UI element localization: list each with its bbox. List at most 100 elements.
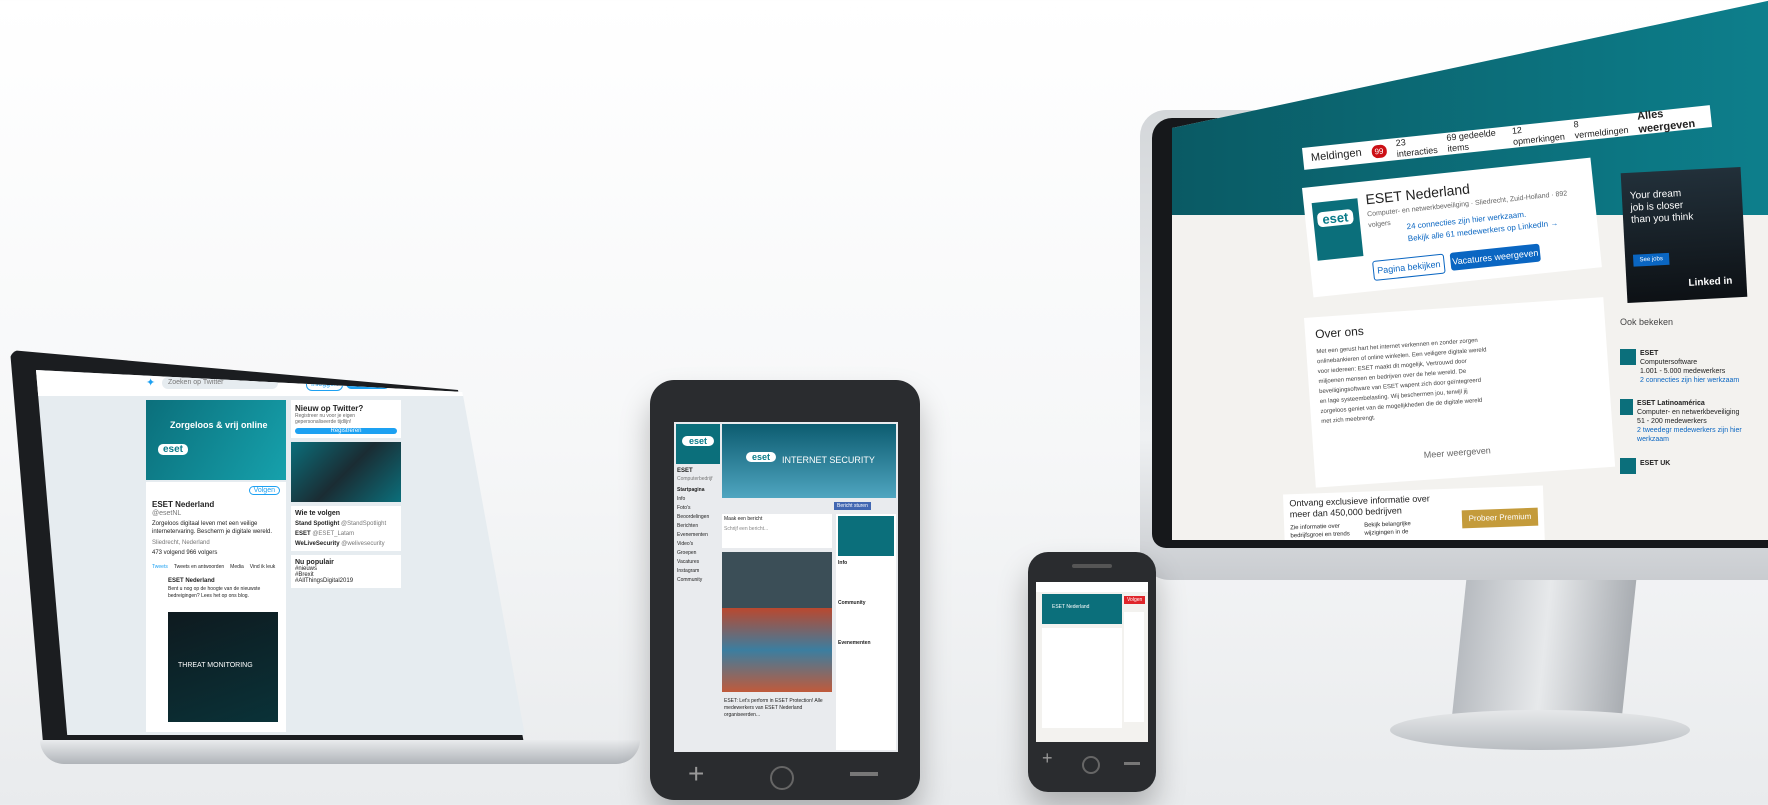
fb-nav-item[interactable]: Berichten xyxy=(677,522,719,531)
laptop-base xyxy=(40,740,640,764)
tweet-media[interactable]: THREAT MONITORING xyxy=(168,612,278,722)
eset-logo-icon: eset xyxy=(746,452,776,462)
fb-events-title: Evenementen xyxy=(838,640,871,646)
fb-composer-input[interactable]: Schrijf een bericht... xyxy=(722,524,832,534)
fb-page-logo: eset xyxy=(676,424,720,464)
fb-page-name: ESET xyxy=(677,468,693,474)
eset-logo-icon: eset xyxy=(682,436,714,446)
who-handle: @welivesecurity xyxy=(341,541,385,547)
fb-nav-item[interactable]: Info xyxy=(677,495,719,504)
who-item[interactable]: ESET @ESET_Latam xyxy=(295,531,397,537)
media-grid[interactable] xyxy=(291,442,401,502)
profile-counts: 473 volgend 966 volgers xyxy=(152,550,218,556)
fb-send-message-button[interactable]: Bericht sturen xyxy=(834,502,871,510)
show-more-link[interactable]: Meer weergeven xyxy=(1423,445,1491,461)
tab-likes[interactable]: Vind ik leuk xyxy=(250,564,275,570)
laptop-screen: ✦ Zoeken op Twitter Inloggen Registreren… xyxy=(36,370,525,735)
phone-home-button[interactable] xyxy=(1082,756,1100,774)
who-name: WeLiveSecurity xyxy=(295,541,340,547)
fb-community-title: Community xyxy=(838,600,866,606)
who-item[interactable]: Stand Spotlight @StandSpotlight xyxy=(295,521,397,527)
also-viewed-item[interactable]: ESET Latinoamérica Computer- en netwerkb… xyxy=(1620,399,1750,444)
fb-nav-item[interactable]: Vacatures xyxy=(677,558,719,567)
fb-nav-item[interactable]: Startpagina xyxy=(677,486,719,495)
new-register-button[interactable]: Registreren xyxy=(295,428,397,434)
fb-right-banner xyxy=(838,516,894,556)
profile-location: Sliedrecht, Nederland xyxy=(152,540,210,546)
phone-follow-button[interactable]: Volgen xyxy=(1124,596,1146,604)
who-item[interactable]: WeLiveSecurity @welivesecurity xyxy=(295,541,397,547)
tab-media[interactable]: Media xyxy=(230,564,244,570)
tablet: eset ESET Computerbedrijf Startpagina In… xyxy=(650,380,920,800)
linkedin-logo: Linked in xyxy=(1688,275,1733,289)
view-page-button[interactable]: Pagina bekijken xyxy=(1372,253,1446,281)
fb-nav-item[interactable]: Community xyxy=(677,576,719,585)
also-viewed-item[interactable]: ESET UK xyxy=(1620,458,1750,474)
fb-nav: Startpagina Info Foto's Beoordelingen Be… xyxy=(677,486,719,585)
also-viewed-item[interactable]: ESET Computersoftware 1.001 - 5.000 mede… xyxy=(1620,349,1750,385)
trends-card: Nu populair #nieuws #Brexit #AllThingsDi… xyxy=(291,555,401,588)
fb-nav-item[interactable]: Foto's xyxy=(677,504,719,513)
phone-brand: ESET Nederland xyxy=(1052,604,1090,610)
eset-logo-icon xyxy=(1620,349,1636,365)
also-viewed-name: ESET Latinoamérica xyxy=(1637,400,1705,407)
fb-nav-item[interactable]: Evenementen xyxy=(677,531,719,540)
premium-title: Ontvang exclusieve informatie over meer … xyxy=(1289,493,1431,520)
tablet-screen: eset ESET Computerbedrijf Startpagina In… xyxy=(674,422,898,752)
also-viewed-panel: Ook bekeken ESET Computersoftware 1.001 … xyxy=(1620,316,1750,516)
also-viewed-name: ESET xyxy=(1640,350,1659,357)
who-name: Stand Spotlight xyxy=(295,521,340,527)
about-card: Over ons Met een gerust hart het interne… xyxy=(1304,297,1616,488)
who-handle: @StandSpotlight xyxy=(341,521,387,527)
fb-nav-item[interactable]: Instagram xyxy=(677,567,719,576)
also-viewed-line2: 1.001 - 5.000 medewerkers xyxy=(1640,368,1726,375)
ad-see-jobs-button[interactable]: See jobs xyxy=(1632,252,1670,267)
tab-replies[interactable]: Tweets en antwoorden xyxy=(174,564,224,570)
monitor: Meldingen 99 23 interacties 69 gedeelde … xyxy=(1140,0,1768,805)
phone-header xyxy=(1036,582,1148,592)
phone-screen: ESET Nederland Volgen xyxy=(1036,582,1148,742)
phone-speaker xyxy=(1072,564,1112,568)
phone-content xyxy=(1042,628,1122,728)
new-on-twitter-card: Nieuw op Twitter? Registreer nu voor je … xyxy=(291,400,401,438)
tablet-home-button[interactable] xyxy=(770,766,794,790)
twitter-sidebar: Nieuw op Twitter? Registreer nu voor je … xyxy=(291,400,401,730)
notification-count-badge: 99 xyxy=(1370,143,1388,159)
about-text: Met een gerust hart het internet verkenn… xyxy=(1316,337,1487,426)
also-viewed-line3: 2 connecties zijn hier werkzaam xyxy=(1640,377,1740,384)
eset-logo-icon xyxy=(1620,458,1636,474)
trend-item[interactable]: #AllThingsDigital2019 xyxy=(295,578,397,584)
about-title: Over ons xyxy=(1314,323,1365,342)
company-logo: eset xyxy=(1311,198,1364,261)
premium-card: Ontvang exclusieve informatie over meer … xyxy=(1283,485,1545,540)
who-to-follow-card: Wie te volgen Stand Spotlight @StandSpot… xyxy=(291,506,401,551)
eset-logo-icon: eset xyxy=(1316,208,1355,228)
fb-nav-item[interactable]: Beoordelingen xyxy=(677,513,719,522)
twitter-banner: Zorgeloos & vrij online eset xyxy=(146,400,286,480)
phone-banner: ESET Nederland xyxy=(1042,594,1122,624)
new-on-twitter-title: Nieuw op Twitter? xyxy=(295,404,364,413)
who-to-follow-title: Wie te volgen xyxy=(295,510,341,517)
who-handle: @ESET_Latam xyxy=(312,531,355,537)
stat-interactions[interactable]: 23 interacties xyxy=(1395,134,1438,160)
tab-tweets[interactable]: Tweets xyxy=(152,564,168,570)
fb-composer[interactable]: Maak een bericht Schrijf een bericht... xyxy=(722,514,832,548)
view-jobs-button[interactable]: Vacatures weergeven xyxy=(1449,243,1541,271)
ad-text: Your dream job is closer than you think xyxy=(1629,188,1694,226)
linkedin-ad[interactable]: Your dream job is closer than you think … xyxy=(1620,166,1748,304)
notifications-link[interactable]: Meldingen xyxy=(1310,146,1362,164)
tablet-plus-icon: + xyxy=(688,758,705,789)
monitor-stand-neck xyxy=(1451,560,1639,720)
fb-photo-grid[interactable] xyxy=(722,552,832,692)
fb-page-sub: Computerbedrijf xyxy=(677,476,713,482)
follow-button[interactable]: Volgen xyxy=(248,486,280,495)
profile-bio: Zorgeloos digitaal leven met een veilige… xyxy=(152,521,273,535)
fb-nav-item[interactable]: Groepen xyxy=(677,549,719,558)
phone: ESET Nederland Volgen + xyxy=(1028,552,1156,792)
twitter-profile: Volgen ESET Nederland @esetNL Zorgeloos … xyxy=(146,482,286,732)
fb-nav-item[interactable]: Video's xyxy=(677,540,719,549)
phone-plus-icon: + xyxy=(1042,748,1053,768)
try-premium-button[interactable]: Probeer Premium gratis xyxy=(1461,507,1539,540)
eset-logo-icon xyxy=(1620,399,1634,415)
banner-title: Zorgeloos & vrij online xyxy=(170,420,268,430)
